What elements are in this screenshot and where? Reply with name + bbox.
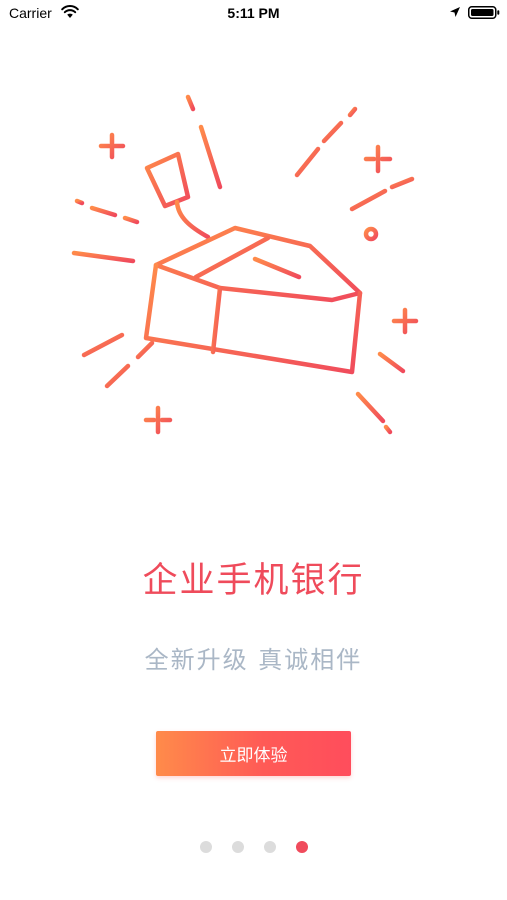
location-arrow-icon [450,7,460,17]
page-dot-2[interactable] [231,841,244,853]
status-bar: Carrier 5:11 PM [0,0,507,30]
status-time: 5:11 PM [227,5,280,21]
battery-icon [468,6,500,19]
gift-box-burst-icon [71,82,436,448]
page-dot-1[interactable] [199,841,212,853]
page-dot-4[interactable] [295,841,308,853]
page-title: 企业手机银行 [142,561,365,601]
page-indicator [0,841,507,853]
page-dot-3[interactable] [263,841,276,853]
page-subtitle: 全新升级 真诚相伴 [144,646,363,674]
start-experience-button[interactable]: 立即体验 [156,731,351,776]
